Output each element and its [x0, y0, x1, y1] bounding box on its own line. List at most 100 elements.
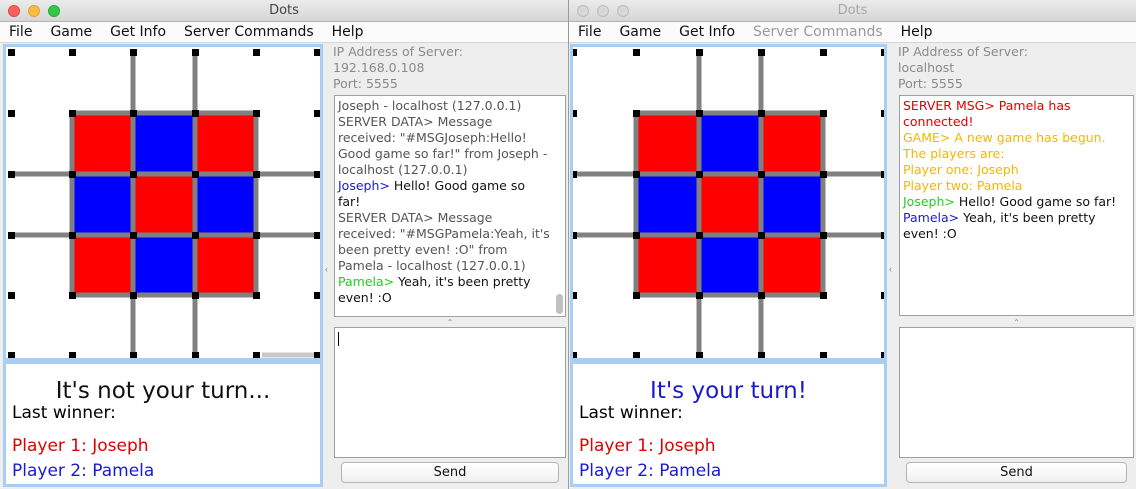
close-icon[interactable]: [577, 5, 589, 17]
grid-dot: [633, 352, 640, 358]
grid-dot: [758, 110, 765, 117]
grid-dot: [314, 292, 320, 299]
grid-dot: [8, 110, 15, 117]
chat-message: SERVER MSG> Pamela has connected!: [903, 98, 1071, 129]
send-button[interactable]: Send: [341, 462, 559, 483]
grid-dot: [192, 352, 199, 358]
split-pane-divider[interactable]: ‹: [323, 44, 331, 487]
grid-dot: [758, 49, 765, 56]
grid-dot: [633, 110, 640, 117]
chat-message: The players are:: [903, 146, 1005, 161]
title-bar[interactable]: Dots: [0, 0, 568, 22]
chat-message: Joseph> Hello! Good game so far!: [903, 194, 1119, 210]
chat-message: SERVER DATA> Message received: "#MSGJose…: [338, 114, 548, 177]
grid-dot: [696, 232, 703, 239]
title-bar[interactable]: Dots: [569, 0, 1136, 22]
grid-dot: [820, 292, 827, 299]
chat-splitter[interactable]: ⌃: [334, 318, 566, 327]
chat-scrollbar[interactable]: [556, 294, 563, 314]
claimed-box: [72, 113, 133, 174]
menu-game[interactable]: Game: [50, 22, 92, 42]
chat-sender: Joseph>: [338, 178, 390, 193]
turn-indicator: It's not your turn...: [55, 378, 271, 404]
grid-dot: [8, 171, 15, 178]
grid-dot: [881, 110, 884, 117]
grid-dot: [881, 171, 884, 178]
claimed-box: [195, 113, 256, 174]
grid-dot: [192, 171, 199, 178]
grid-dot: [881, 292, 884, 299]
menu-help[interactable]: Help: [332, 22, 364, 42]
player-two-label: Player 2: Pamela: [579, 461, 722, 481]
grid-dot: [8, 232, 15, 239]
chat-splitter[interactable]: ⌃: [899, 318, 1134, 327]
claimed-box: [133, 235, 195, 295]
chat-message: Pamela> Yeah, it's been pretty even! :O: [338, 274, 551, 306]
status-panel: It's not your turn... Last winner: Playe…: [3, 361, 323, 487]
grid-dot: [696, 49, 703, 56]
menu-game[interactable]: Game: [619, 22, 661, 42]
grid-dot: [130, 110, 137, 117]
menu-get-info[interactable]: Get Info: [110, 22, 166, 42]
player-two-label: Player 2: Pamela: [12, 461, 155, 481]
game-board[interactable]: [570, 44, 887, 361]
close-icon[interactable]: [8, 5, 20, 17]
zoom-icon[interactable]: [617, 5, 629, 17]
menu-server-commands[interactable]: Server Commands: [184, 22, 314, 42]
server-ip-value: 192.168.0.108: [333, 60, 425, 75]
chat-message: Joseph> Hello! Good game so far!: [338, 178, 551, 210]
grid-dot: [573, 49, 577, 56]
grid-dot: [758, 352, 765, 358]
dots-grid[interactable]: [6, 47, 320, 358]
grid-dot: [8, 49, 15, 56]
dots-grid[interactable]: [573, 47, 884, 358]
menu-server-commands: Server Commands: [753, 24, 883, 40]
grid-dot: [696, 110, 703, 117]
chat-message: Joseph - localhost (127.0.0.1): [338, 98, 522, 113]
grid-dot: [573, 110, 577, 117]
grid-dot: [8, 292, 15, 299]
chat-log[interactable]: SERVER MSG> Pamela has connected! GAME> A…: [899, 95, 1134, 316]
menu-bar: File Game Get Info Server Commands Help: [0, 22, 568, 43]
grid-dot: [758, 292, 765, 299]
side-panel: IP Address of Server: 192.168.0.108 Port…: [331, 44, 568, 487]
menu-bar: File Game Get Info Server Commands Help: [569, 22, 1136, 43]
menu-get-info[interactable]: Get Info: [679, 22, 735, 42]
menu-file[interactable]: File: [578, 22, 601, 42]
grid-dot: [69, 232, 76, 239]
claimed-box: [72, 235, 133, 295]
status-panel: It's your turn! Last winner: Player 1: J…: [570, 361, 887, 487]
window-title: Dots: [269, 3, 299, 18]
grid-dot: [758, 171, 765, 178]
grid-dot: [633, 292, 640, 299]
zoom-icon[interactable]: [48, 5, 60, 17]
claimed-box: [636, 235, 699, 295]
grid-dot: [696, 292, 703, 299]
menu-file[interactable]: File: [9, 22, 32, 42]
message-input[interactable]: [899, 327, 1134, 458]
chat-sender: Pamela>: [903, 210, 960, 225]
grid-dot: [881, 232, 884, 239]
grid-dot: [192, 110, 199, 117]
split-pane-divider[interactable]: ‹: [887, 44, 895, 487]
grid-dot: [314, 110, 320, 117]
chat-message: Player two: Pamela: [903, 178, 1023, 193]
server-ip-value: localhost: [898, 60, 955, 75]
chat-message: Pamela> Yeah, it's been pretty even! :O: [903, 210, 1119, 242]
minimize-icon[interactable]: [28, 5, 40, 17]
grid-dot: [253, 110, 260, 117]
menu-help[interactable]: Help: [901, 22, 933, 42]
last-winner-label: Last winner:: [579, 403, 683, 423]
grid-dot: [633, 49, 640, 56]
grid-dot: [633, 232, 640, 239]
chat-message: SERVER DATA> Message received: "#MSGPame…: [338, 210, 550, 273]
grid-dot: [696, 171, 703, 178]
chat-log[interactable]: Joseph - localhost (127.0.0.1) SERVER DAT…: [334, 95, 566, 317]
grid-dot: [881, 49, 884, 56]
grid-dot: [8, 352, 15, 358]
message-input[interactable]: [334, 327, 566, 458]
send-button[interactable]: Send: [906, 462, 1127, 483]
server-ip-label: IP Address of Server:: [898, 44, 1028, 59]
game-board[interactable]: [3, 44, 323, 361]
minimize-icon[interactable]: [597, 5, 609, 17]
